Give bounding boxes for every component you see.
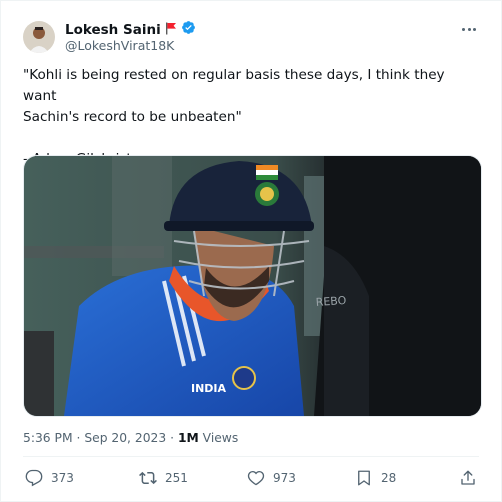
views-label: Views: [202, 431, 239, 445]
tweet-text-line-1: "Kohli is being rested on regular basis …: [23, 67, 445, 104]
like-button[interactable]: 973: [247, 466, 296, 490]
retweet-count: 251: [165, 471, 188, 485]
tweet-card: Lokesh Saini @LokeshVirat18K "Kohli is b…: [0, 0, 502, 502]
reply-count: 373: [51, 471, 74, 485]
author-name-row: Lokesh Saini: [65, 20, 196, 39]
tweet-text-line-2: Sachin's record to be unbeaten": [23, 109, 242, 125]
tweet-time[interactable]: 5:36 PM: [23, 431, 73, 445]
tweet-date[interactable]: Sep 20, 2023: [84, 431, 166, 445]
bookmark-icon: [358, 470, 370, 486]
bookmark-button[interactable]: 28: [355, 466, 396, 490]
avatar[interactable]: [23, 21, 55, 53]
action-bar: 373 251 973 28: [23, 466, 481, 490]
author-display-name[interactable]: Lokesh Saini: [65, 22, 161, 38]
share-icon: [461, 470, 475, 485]
verified-badge-icon: [181, 20, 196, 39]
tweet-metadata: 5:36 PM · Sep 20, 2023 · 1M Views: [23, 431, 238, 445]
share-button[interactable]: [459, 466, 477, 490]
author-handle[interactable]: @LokeshVirat18K: [65, 38, 174, 53]
views-count: 1M: [177, 431, 199, 445]
bookmark-count: 28: [381, 471, 397, 485]
more-options-icon[interactable]: [459, 21, 479, 37]
heart-icon: [247, 470, 265, 486]
red-flag-icon: [165, 20, 177, 39]
meta-separator-2: ·: [170, 431, 175, 445]
retweet-icon: [139, 471, 157, 485]
retweet-button[interactable]: 251: [139, 466, 188, 490]
reply-icon: [25, 469, 43, 487]
reply-button[interactable]: 373: [25, 466, 74, 490]
like-count: 973: [273, 471, 296, 485]
meta-separator-1: ·: [76, 431, 81, 445]
divider: [23, 456, 479, 457]
svg-text:REBO: REBO: [315, 294, 347, 309]
svg-text:INDIA: INDIA: [191, 382, 227, 395]
tweet-photo[interactable]: REBO INDIA: [23, 155, 482, 417]
